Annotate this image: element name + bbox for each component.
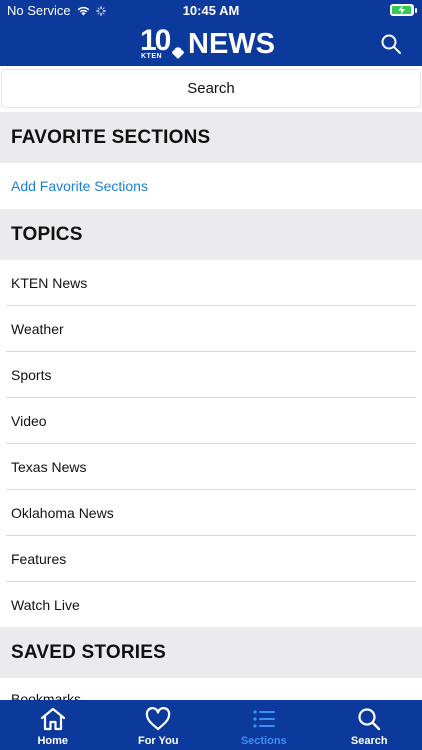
battery-charging-icon (390, 4, 417, 16)
nbc-peacock-icon (172, 47, 184, 59)
app-header: 10 KTEN NEWS (0, 22, 422, 66)
status-right (390, 4, 417, 16)
tab-sections-label: Sections (240, 735, 287, 747)
saved-stories-header: SAVED STORIES (0, 627, 422, 678)
topics-header: TOPICS (0, 209, 422, 260)
topic-item-kten-news[interactable]: KTEN News (0, 260, 422, 306)
add-favorite-sections-link[interactable]: Add Favorite Sections (0, 163, 422, 209)
topic-item-watch-live[interactable]: Watch Live (0, 582, 422, 628)
search-button[interactable]: Search (1, 69, 421, 108)
topic-item-sports[interactable]: Sports (0, 352, 422, 398)
tab-search[interactable]: Search (317, 700, 422, 750)
list-icon (253, 710, 275, 728)
tab-sections[interactable]: Sections (211, 700, 317, 750)
tab-bar: Home For You Sections Search (0, 700, 422, 750)
search-icon (358, 708, 381, 731)
search-label: Search (187, 80, 235, 97)
topic-item-features[interactable]: Features (0, 536, 422, 582)
topic-item-video[interactable]: Video (0, 398, 422, 444)
logo-word: NEWS (188, 28, 275, 60)
topic-item-weather[interactable]: Weather (0, 306, 422, 352)
tab-for-you[interactable]: For You (106, 700, 212, 750)
search-icon[interactable] (380, 33, 402, 55)
tab-search-label: Search (350, 735, 388, 747)
charging-bolt-icon (398, 5, 405, 15)
tab-home-label: Home (37, 735, 69, 747)
tab-for-you-label: For You (137, 735, 179, 747)
topic-item-texas-news[interactable]: Texas News (0, 444, 422, 490)
status-time: 10:45 AM (182, 3, 240, 18)
status-bar: No Service 10:45 AM (0, 0, 422, 22)
tab-home[interactable]: Home (0, 700, 106, 750)
kten-news-logo[interactable]: 10 KTEN NEWS (140, 24, 285, 64)
favorite-sections-header: FAVORITE SECTIONS (0, 112, 422, 163)
logo-station: KTEN (141, 53, 163, 60)
heart-icon (146, 707, 171, 731)
home-icon (40, 707, 65, 731)
topic-item-oklahoma-news[interactable]: Oklahoma News (0, 490, 422, 536)
topic-list: KTEN News Weather Sports Video Texas New… (0, 260, 422, 628)
